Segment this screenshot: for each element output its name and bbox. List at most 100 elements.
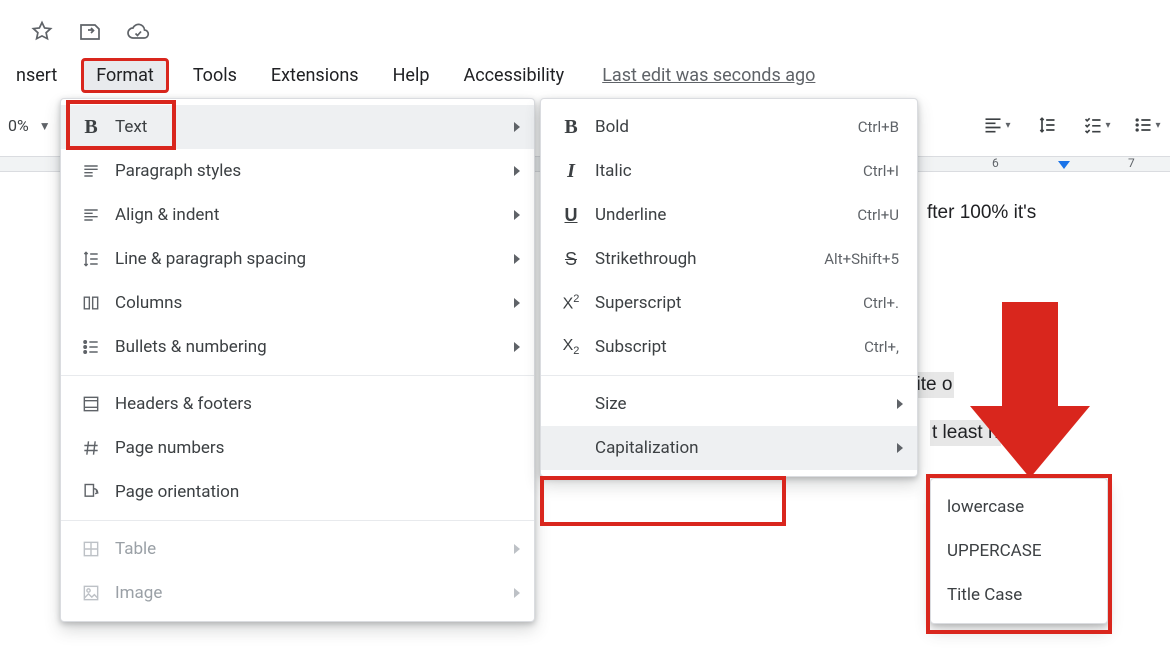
menu-accessibility[interactable]: Accessibility — [453, 59, 574, 92]
cap-menu-lowercase[interactable]: lowercase — [931, 485, 1107, 529]
strikethrough-icon: S — [565, 249, 577, 270]
subscript-icon: X2 — [563, 337, 580, 357]
last-edit-note[interactable]: Last edit was seconds ago — [602, 65, 815, 86]
annotation-box — [540, 476, 786, 526]
shortcut: Ctrl+I — [863, 162, 899, 180]
zoom-value: 0% — [8, 116, 29, 135]
submenu-caret-icon — [897, 399, 903, 409]
capitalization-submenu: lowercase UPPERCASE Title Case — [930, 478, 1108, 624]
document-text-selected[interactable]: t least n — [930, 420, 1001, 446]
italic-icon: I — [567, 160, 575, 183]
menu-label: Line & paragraph spacing — [115, 249, 516, 269]
line-spacing-icon — [81, 249, 101, 269]
format-menu-align-indent[interactable]: Align & indent — [61, 193, 534, 237]
shortcut: Ctrl+, — [864, 338, 899, 356]
ruler-mark-6: 6 — [992, 156, 999, 170]
text-menu-italic[interactable]: I Italic Ctrl+I — [541, 149, 917, 193]
format-menu-line-spacing[interactable]: Line & paragraph spacing — [61, 237, 534, 281]
format-menu-paragraph-styles[interactable]: Paragraph styles — [61, 149, 534, 193]
orientation-icon — [81, 482, 101, 502]
submenu-caret-icon — [514, 122, 520, 132]
hash-icon — [81, 438, 101, 458]
menu-extensions[interactable]: Extensions — [261, 59, 369, 92]
bulleted-list-button[interactable]: ▾ — [1128, 108, 1166, 142]
menu-help[interactable]: Help — [383, 59, 440, 92]
annotation-arrow-icon — [970, 302, 1090, 482]
menu-label: lowercase — [947, 497, 1089, 517]
menu-tools[interactable]: Tools — [183, 59, 247, 92]
format-menu-text[interactable]: B Text — [61, 105, 534, 149]
text-menu-capitalization[interactable]: Capitalization — [541, 426, 917, 470]
shortcut: Ctrl+. — [863, 294, 899, 312]
paragraph-icon — [81, 161, 101, 181]
chevron-down-icon: ▼ — [39, 119, 51, 133]
format-menu-page-numbers[interactable]: Page numbers — [61, 426, 534, 470]
submenu-caret-icon — [897, 443, 903, 453]
star-icon[interactable] — [30, 20, 54, 48]
format-menu: B Text Paragraph styles Align & indent L… — [60, 98, 535, 622]
table-icon — [81, 539, 101, 559]
align-button[interactable]: ▾ — [978, 108, 1016, 142]
format-menu-table: Table — [61, 527, 534, 571]
superscript-icon: X2 — [563, 293, 580, 313]
submenu-caret-icon — [514, 544, 520, 554]
list-icon — [81, 337, 101, 357]
checklist-button[interactable]: ▾ — [1078, 108, 1116, 142]
menu-label: Image — [115, 583, 516, 603]
menu-label: Underline — [595, 205, 857, 225]
header-footer-icon — [81, 394, 101, 414]
menu-label: Headers & footers — [115, 394, 516, 414]
cap-menu-titlecase[interactable]: Title Case — [931, 573, 1107, 617]
format-menu-columns[interactable]: Columns — [61, 281, 534, 325]
indent-marker-icon[interactable] — [1058, 161, 1070, 169]
text-menu-bold[interactable]: B Bold Ctrl+B — [541, 105, 917, 149]
text-menu-size[interactable]: Size — [541, 382, 917, 426]
menu-insert[interactable]: nsert — [6, 59, 67, 92]
shortcut: Ctrl+B — [858, 118, 899, 136]
text-menu-subscript[interactable]: X2 Subscript Ctrl+, — [541, 325, 917, 369]
line-spacing-button[interactable] — [1028, 108, 1066, 142]
submenu-caret-icon — [514, 254, 520, 264]
submenu-caret-icon — [514, 210, 520, 220]
move-icon[interactable] — [78, 20, 102, 48]
submenu-caret-icon — [514, 298, 520, 308]
menu-label: Text — [115, 117, 516, 137]
submenu-caret-icon — [514, 588, 520, 598]
bold-icon: B — [84, 116, 97, 139]
menu-label: Bullets & numbering — [115, 337, 516, 357]
menu-label: UPPERCASE — [947, 541, 1089, 561]
align-icon — [81, 205, 101, 225]
menu-label: Columns — [115, 293, 516, 313]
columns-icon — [81, 293, 101, 313]
menu-label: Paragraph styles — [115, 161, 516, 181]
menu-label: Page numbers — [115, 438, 516, 458]
document-text[interactable]: fter 100% it's — [927, 202, 1036, 224]
cap-menu-uppercase[interactable]: UPPERCASE — [931, 529, 1107, 573]
format-menu-page-orientation[interactable]: Page orientation — [61, 470, 534, 514]
zoom-selector[interactable]: 0% ▼ — [0, 112, 59, 139]
menu-label: Capitalization — [595, 438, 899, 458]
underline-icon: U — [565, 205, 578, 226]
menu-label: Subscript — [595, 337, 864, 357]
menu-label: Superscript — [595, 293, 863, 313]
cloud-status-icon[interactable] — [126, 20, 150, 48]
shortcut: Ctrl+U — [857, 206, 899, 224]
menu-format[interactable]: Format — [81, 58, 169, 93]
submenu-caret-icon — [514, 342, 520, 352]
bold-icon: B — [564, 116, 577, 139]
text-submenu: B Bold Ctrl+B I Italic Ctrl+I U Underlin… — [540, 98, 918, 477]
text-menu-strikethrough[interactable]: S Strikethrough Alt+Shift+5 — [541, 237, 917, 281]
submenu-caret-icon — [514, 166, 520, 176]
shortcut: Alt+Shift+5 — [824, 250, 899, 268]
image-icon — [81, 583, 101, 603]
menu-label: Italic — [595, 161, 863, 181]
text-menu-superscript[interactable]: X2 Superscript Ctrl+. — [541, 281, 917, 325]
format-menu-headers-footers[interactable]: Headers & footers — [61, 382, 534, 426]
text-menu-underline[interactable]: U Underline Ctrl+U — [541, 193, 917, 237]
menu-label: Align & indent — [115, 205, 516, 225]
format-menu-image: Image — [61, 571, 534, 615]
menu-label: Strikethrough — [595, 249, 824, 269]
menu-label: Bold — [595, 117, 858, 137]
menu-label: Page orientation — [115, 482, 516, 502]
format-menu-bullets-numbering[interactable]: Bullets & numbering — [61, 325, 534, 369]
